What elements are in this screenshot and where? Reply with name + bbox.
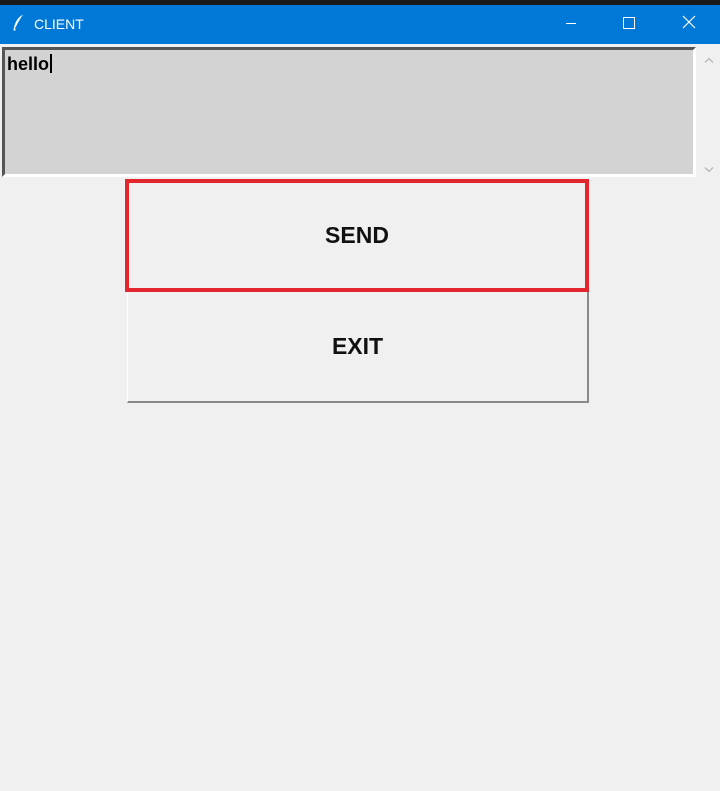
minimize-icon <box>565 16 577 34</box>
window-title: CLIENT <box>34 16 84 32</box>
minimize-button[interactable] <box>542 5 600 44</box>
close-button[interactable] <box>658 5 720 44</box>
exit-button[interactable]: EXIT <box>127 292 589 403</box>
title-bar[interactable]: CLIENT <box>0 5 720 44</box>
send-button[interactable]: SEND <box>125 179 589 292</box>
scroll-down-button[interactable] <box>697 159 720 179</box>
exit-button-label: EXIT <box>331 333 384 359</box>
chevron-down-icon <box>704 160 714 178</box>
message-input[interactable]: hello <box>2 47 696 177</box>
scroll-up-button[interactable] <box>697 49 720 69</box>
text-caret <box>50 54 53 73</box>
maximize-button[interactable] <box>600 5 658 44</box>
message-scrollbar[interactable] <box>697 47 720 180</box>
send-button-label: SEND <box>325 222 389 248</box>
feather-icon <box>12 14 26 32</box>
maximize-icon <box>623 16 635 34</box>
chevron-up-icon <box>704 50 714 68</box>
message-text: hello <box>7 54 50 74</box>
close-icon <box>682 15 696 34</box>
client-window: CLIENT hello SEND EXIT <box>0 0 720 791</box>
